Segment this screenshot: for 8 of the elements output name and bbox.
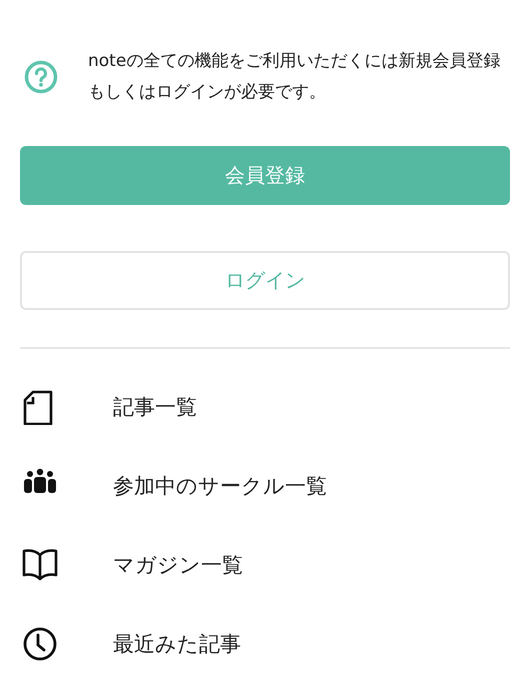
clock-icon [22, 626, 58, 662]
notice-text: noteの全ての機能をご利用いただくには新規会員登録もしくはログインが必要です。 [88, 50, 502, 104]
help-icon [24, 60, 58, 94]
menu-item[interactable]: 記事一覧 [113, 392, 197, 420]
menu-item[interactable]: マガジン一覧 [113, 550, 243, 578]
menu-item[interactable]: 参加中のサークル一覧 [113, 472, 327, 500]
book-icon [22, 546, 58, 582]
menu-item[interactable]: 最近みた記事 [113, 630, 241, 658]
